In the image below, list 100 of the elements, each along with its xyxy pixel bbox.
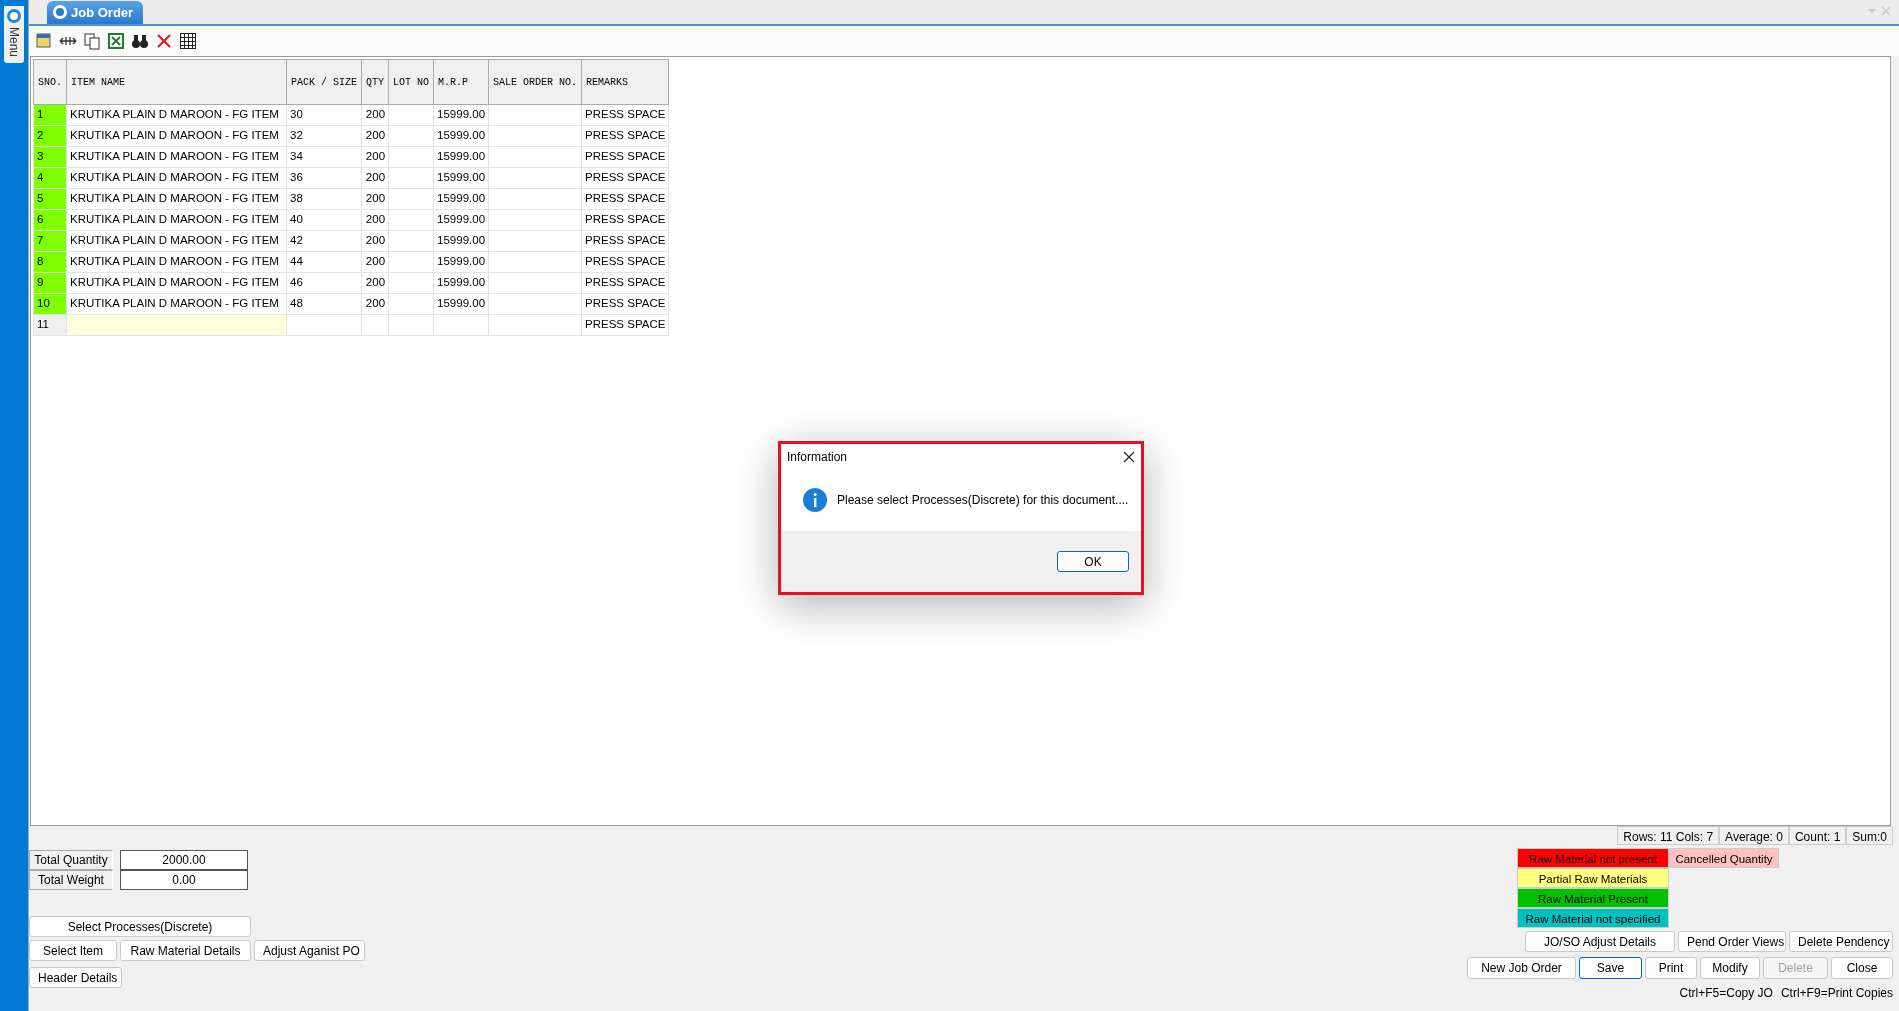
table-cell: 15999.00	[433, 209, 489, 231]
status-cell: Sum:0	[1846, 826, 1893, 845]
info-icon	[803, 488, 827, 512]
action-button[interactable]: Adjust Aganist PO	[254, 940, 365, 961]
action-button[interactable]: Print	[1645, 957, 1697, 979]
logo-icon	[53, 5, 67, 20]
table-cell: 200	[361, 167, 389, 189]
table-cell: 15999.00	[433, 167, 489, 189]
status-cell: Average: 0	[1719, 826, 1789, 845]
action-button[interactable]: Select Processes(Discrete)	[29, 916, 251, 937]
status-cell: Count: 1	[1788, 826, 1847, 845]
row-number-cell: 5	[33, 188, 67, 210]
row-number-cell: 4	[33, 167, 67, 189]
column-header[interactable]: QTY	[361, 59, 389, 105]
action-button[interactable]: Select Item	[29, 940, 117, 961]
table-cell: PRESS SPACE	[581, 146, 669, 168]
table-cell: 48	[286, 293, 362, 315]
delete-icon[interactable]	[155, 32, 173, 50]
table-cell: 44	[286, 251, 362, 273]
close-icon[interactable]	[1123, 450, 1135, 463]
table-cell: 42	[286, 230, 362, 252]
dialog-title: Information	[787, 448, 848, 466]
column-header[interactable]: SNO.	[33, 59, 67, 105]
row-number-cell: 3	[33, 146, 67, 168]
table-cell: 200	[361, 188, 389, 210]
table-cell: 15999.00	[433, 293, 489, 315]
table-cell: KRUTIKA PLAIN D MAROON - FG ITEM	[66, 293, 287, 315]
table-cell: PRESS SPACE	[581, 188, 669, 210]
table-cell: PRESS SPACE	[581, 167, 669, 189]
dialog-message: Please select Processes(Discrete) for this document....	[837, 492, 1129, 509]
column-header[interactable]: PACK / SIZE	[286, 59, 362, 105]
table-cell: 30	[286, 104, 362, 126]
table-cell: PRESS SPACE	[581, 125, 669, 147]
copy-icon[interactable]	[83, 32, 101, 50]
table-cell: KRUTIKA PLAIN D MAROON - FG ITEM	[66, 230, 287, 252]
column-header[interactable]: SALE ORDER NO.	[488, 59, 582, 105]
shortcut-hint: Ctrl+F5=Copy JO	[1679, 985, 1773, 1002]
legend-item: Raw Material Present	[1517, 888, 1669, 908]
table-cell: 36	[286, 167, 362, 189]
action-button[interactable]: JO/SO Adjust Details	[1525, 931, 1675, 952]
table-cell: 200	[361, 125, 389, 147]
table-cell: 200	[361, 230, 389, 252]
spreadsheet-icon[interactable]	[107, 32, 125, 50]
row-number-cell: 2	[33, 125, 67, 147]
logo-icon	[7, 9, 21, 23]
row-number-cell: 9	[33, 272, 67, 294]
action-button[interactable]: Header Details	[29, 967, 122, 988]
table-cell: 46	[286, 272, 362, 294]
row-number-cell: 6	[33, 209, 67, 231]
action-button[interactable]: Pend Order Views	[1678, 931, 1786, 952]
table-cell: PRESS SPACE	[581, 272, 669, 294]
legend-item: Partial Raw Materials	[1517, 868, 1669, 888]
table-cell: 32	[286, 125, 362, 147]
table-cell: 15999.00	[433, 230, 489, 252]
legend-item: Cancelled Quantity	[1669, 848, 1779, 868]
table-cell: KRUTIKA PLAIN D MAROON - FG ITEM	[66, 272, 287, 294]
table-cell: 15999.00	[433, 272, 489, 294]
table-cell: KRUTIKA PLAIN D MAROON - FG ITEM	[66, 104, 287, 126]
action-button[interactable]: New Job Order	[1467, 957, 1576, 979]
window-tab[interactable]: Job Order	[47, 0, 144, 24]
ok-button[interactable]: OK	[1057, 551, 1129, 572]
action-button[interactable]: Delete Pendency	[1789, 931, 1893, 952]
table-cell: 200	[361, 146, 389, 168]
table-cell: KRUTIKA PLAIN D MAROON - FG ITEM	[66, 125, 287, 147]
table-cell: KRUTIKA PLAIN D MAROON - FG ITEM	[66, 209, 287, 231]
table-cell: 38	[286, 188, 362, 210]
current-cell[interactable]	[66, 314, 287, 336]
table-cell: 15999.00	[433, 251, 489, 273]
column-header[interactable]: REMARKS	[581, 59, 669, 105]
grid-icon[interactable]	[179, 32, 197, 50]
action-button[interactable]: Modify	[1700, 957, 1760, 979]
table-cell: KRUTIKA PLAIN D MAROON - FG ITEM	[66, 251, 287, 273]
action-button[interactable]: Close	[1831, 957, 1893, 979]
table-cell: 200	[361, 272, 389, 294]
legend-item: Raw Material not specified	[1517, 908, 1669, 928]
table-cell: 200	[361, 293, 389, 315]
menu-tab[interactable]: Menu	[4, 6, 24, 64]
status-cell: Rows: 11 Cols: 7	[1617, 826, 1720, 845]
total-value: 2000.00	[120, 850, 248, 870]
action-button[interactable]: Raw Material Details	[120, 940, 251, 961]
table-cell: 200	[361, 104, 389, 126]
form-icon[interactable]	[35, 32, 53, 50]
column-header[interactable]: ITEM NAME	[66, 59, 287, 105]
column-header[interactable]: M.R.P	[433, 59, 489, 105]
table-cell: KRUTIKA PLAIN D MAROON - FG ITEM	[66, 167, 287, 189]
shortcut-hint: Ctrl+F9=Print Copies	[1780, 985, 1893, 1002]
table-cell: 15999.00	[433, 104, 489, 126]
table-cell: 200	[361, 209, 389, 231]
row-number-cell: 7	[33, 230, 67, 252]
legend-item: Raw Material not present	[1517, 848, 1669, 868]
table-cell: PRESS SPACE	[581, 293, 669, 315]
column-header[interactable]: LOT NO	[388, 59, 434, 105]
total-label: Total Weight	[29, 870, 113, 890]
table-cell: PRESS SPACE	[581, 251, 669, 273]
table-cell: 15999.00	[433, 146, 489, 168]
table-cell: 40	[286, 209, 362, 231]
table-cell: 15999.00	[433, 188, 489, 210]
binoculars-icon[interactable]	[131, 32, 149, 50]
table-cell: PRESS SPACE	[581, 314, 669, 336]
action-button[interactable]: Save	[1579, 957, 1642, 979]
